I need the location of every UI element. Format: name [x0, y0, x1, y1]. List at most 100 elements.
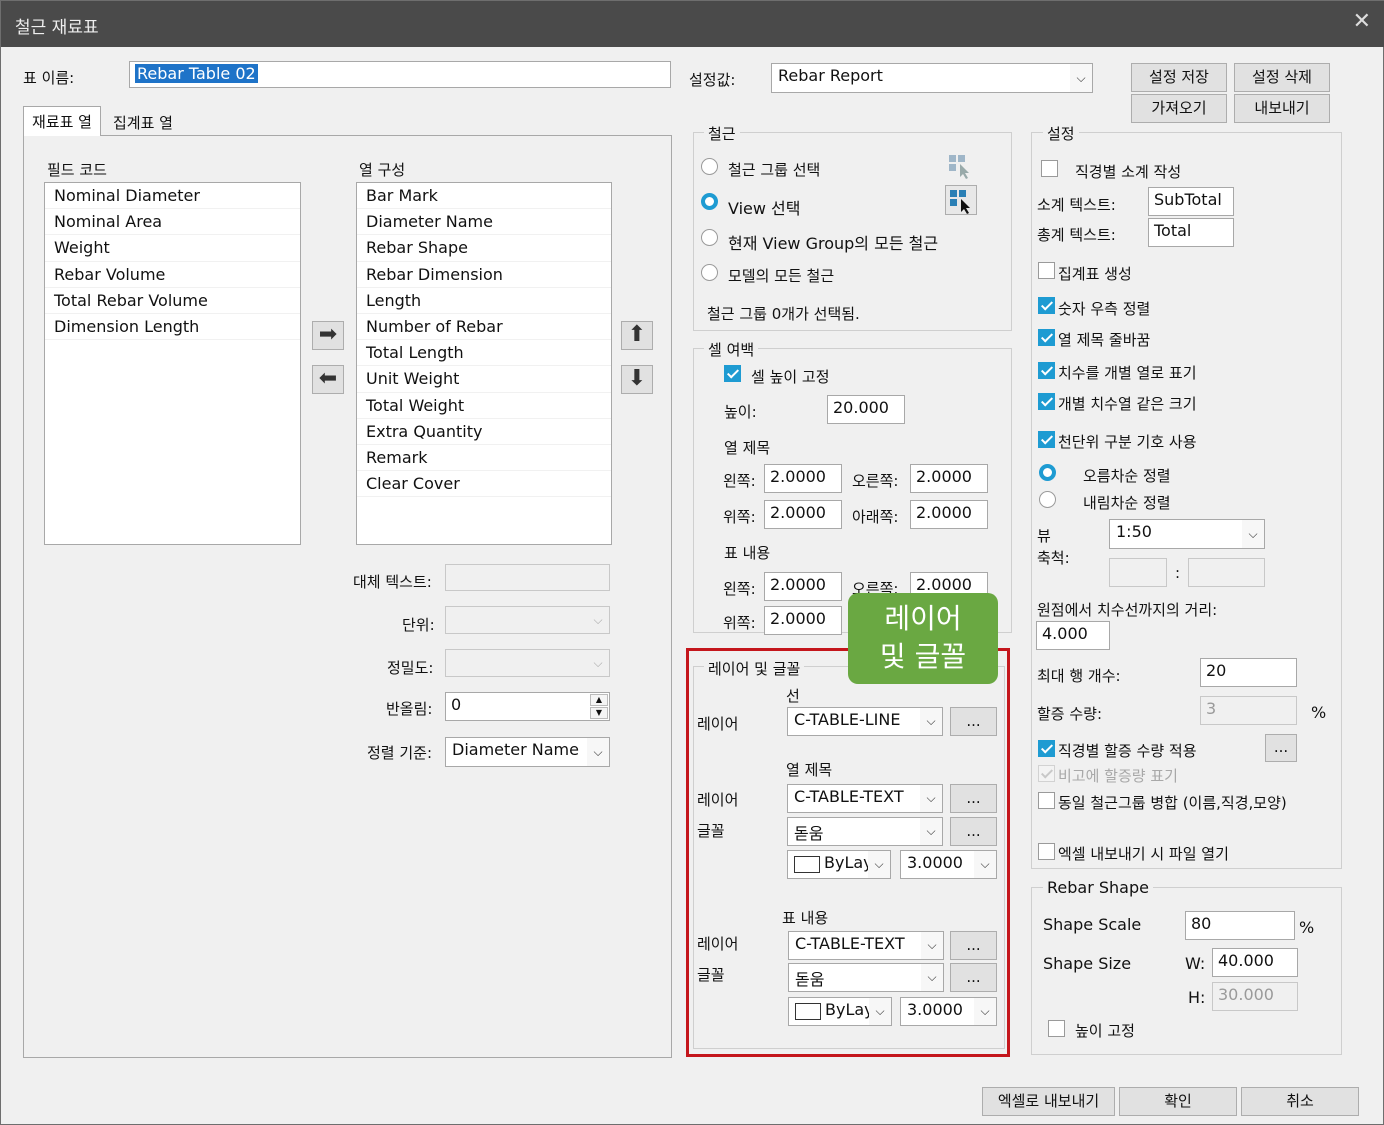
- list-item[interactable]: Rebar Dimension: [357, 262, 611, 288]
- ct-left-input[interactable]: 2.0000: [764, 572, 842, 601]
- column-config-list[interactable]: Bar Mark Diameter Name Rebar Shape Rebar…: [356, 182, 612, 545]
- rounding-input[interactable]: 0 ▲ ▼: [445, 692, 610, 721]
- wrap-titles-checkbox[interactable]: [1038, 329, 1055, 346]
- col-right-input[interactable]: 2.0000: [910, 464, 988, 493]
- list-item[interactable]: Total Length: [357, 340, 611, 367]
- total-text-input[interactable]: Total: [1148, 218, 1234, 247]
- radio-group-select[interactable]: [701, 158, 718, 175]
- tab-material-columns[interactable]: 재료표 열: [23, 106, 101, 136]
- max-rows-input[interactable]: 20: [1200, 658, 1297, 687]
- subtotal-text-input[interactable]: SubTotal: [1148, 187, 1234, 216]
- list-item[interactable]: Nominal Diameter: [45, 183, 300, 210]
- export-excel-button[interactable]: 엑셀로 내보내기: [982, 1087, 1115, 1116]
- fix-height-label: 셀 높이 고정: [751, 368, 830, 386]
- list-item[interactable]: Bar Mark: [357, 183, 611, 210]
- open-excel-checkbox[interactable]: [1038, 843, 1055, 860]
- pick-group-icon[interactable]: [945, 151, 975, 179]
- radio-view-select[interactable]: [701, 193, 718, 210]
- list-item[interactable]: Diameter Name: [357, 209, 611, 236]
- create-summary-checkbox[interactable]: [1038, 262, 1055, 279]
- callout-line2: 및 글꼴: [879, 640, 967, 673]
- col-left-input[interactable]: 2.0000: [764, 464, 842, 493]
- radio-model[interactable]: [701, 264, 718, 281]
- col-bottom-input[interactable]: 2.0000: [910, 500, 988, 529]
- list-item[interactable]: Unit Weight: [357, 366, 611, 393]
- fix-height-checkbox[interactable]: [724, 365, 741, 382]
- list-item[interactable]: Rebar Shape: [357, 235, 611, 262]
- col-top-input[interactable]: 2.0000: [764, 500, 842, 529]
- shape-h-input[interactable]: 30.000: [1212, 982, 1298, 1011]
- list-item[interactable]: Extra Quantity: [357, 419, 611, 445]
- arrow-up-icon: ⬆: [627, 322, 647, 347]
- shape-w-input[interactable]: 40.000: [1212, 948, 1298, 977]
- close-icon[interactable]: ✕: [1353, 9, 1371, 34]
- tab-summary-columns[interactable]: 집계표 열: [105, 108, 181, 138]
- alt-text-input[interactable]: [445, 564, 610, 591]
- note-extra-checkbox[interactable]: [1038, 765, 1055, 782]
- unit-label: 단위:: [402, 616, 435, 634]
- list-item[interactable]: Length: [357, 288, 611, 314]
- save-settings-button[interactable]: 설정 저장: [1131, 63, 1227, 92]
- list-item[interactable]: Total Weight: [357, 393, 611, 419]
- dist-label: 원점에서 치수선까지의 거리:: [1037, 601, 1218, 619]
- merge-same-checkbox[interactable]: [1038, 792, 1055, 809]
- apply-extra-label: 직경별 할증 수량 적용: [1058, 742, 1197, 760]
- import-button[interactable]: 가져오기: [1131, 94, 1227, 123]
- apply-extra-checkbox[interactable]: [1038, 740, 1055, 757]
- list-item[interactable]: Total Rebar Volume: [45, 288, 300, 314]
- list-item[interactable]: Nominal Area: [45, 209, 300, 236]
- thousand-sep-checkbox[interactable]: [1038, 431, 1055, 448]
- desc-label: 내림차순 정렬: [1083, 494, 1171, 512]
- view-scale-select[interactable]: 1:50 ⌵: [1109, 519, 1265, 549]
- dist-input[interactable]: 4.000: [1036, 621, 1110, 650]
- remove-column-button[interactable]: ⬅: [312, 365, 344, 394]
- table-name-input[interactable]: Rebar Table 02: [129, 61, 671, 88]
- chevron-down-icon: ⌵: [587, 738, 609, 766]
- shape-fix-height-label: 높이 고정: [1075, 1022, 1135, 1040]
- cancel-button[interactable]: 취소: [1241, 1087, 1359, 1116]
- dims-separate-checkbox[interactable]: [1038, 362, 1055, 379]
- same-width-checkbox[interactable]: [1038, 393, 1055, 410]
- chevron-down-icon: ⌵: [587, 650, 609, 676]
- spinner-up-icon[interactable]: ▲: [590, 694, 608, 706]
- ct-top-input[interactable]: 2.0000: [764, 606, 842, 635]
- align-right-checkbox[interactable]: [1038, 297, 1055, 314]
- height-input[interactable]: 20.000: [827, 395, 905, 424]
- shape-scale-input[interactable]: 80: [1185, 911, 1295, 940]
- list-item[interactable]: Dimension Length: [45, 314, 300, 341]
- pick-view-icon[interactable]: [945, 185, 977, 215]
- move-up-button[interactable]: ⬆: [621, 321, 653, 350]
- preset-select[interactable]: Rebar Report ⌵: [771, 63, 1093, 93]
- field-code-label: 필드 코드: [47, 161, 107, 179]
- move-down-button[interactable]: ⬇: [621, 365, 653, 394]
- ratio-right-input[interactable]: [1188, 558, 1265, 587]
- list-item[interactable]: Weight: [45, 235, 300, 262]
- radio-view-group[interactable]: [701, 229, 718, 246]
- precision-select[interactable]: ⌵: [445, 649, 610, 677]
- sort-select[interactable]: Diameter Name ⌵: [445, 737, 610, 767]
- radio-asc[interactable]: [1039, 464, 1056, 481]
- ok-button[interactable]: 확인: [1119, 1087, 1237, 1116]
- shape-fix-height-checkbox[interactable]: [1048, 1020, 1065, 1037]
- subtotal-text-label: 소계 텍스트:: [1037, 196, 1116, 214]
- unit-select[interactable]: ⌵: [445, 606, 610, 634]
- view-scale-label-2: 축척:: [1037, 549, 1070, 567]
- list-item[interactable]: Remark: [357, 445, 611, 472]
- field-code-list[interactable]: Nominal Diameter Nominal Area Weight Reb…: [44, 182, 301, 545]
- rounding-label: 반올림:: [386, 700, 433, 718]
- ratio-left-input[interactable]: [1109, 558, 1167, 587]
- delete-settings-button[interactable]: 설정 삭제: [1234, 63, 1330, 92]
- callout-badge: 레이어 및 글꼴: [848, 593, 998, 684]
- subtotal-checkbox[interactable]: [1041, 160, 1058, 177]
- rounding-value: 0: [451, 695, 462, 714]
- add-column-button[interactable]: ➡: [312, 321, 344, 350]
- spinner-down-icon[interactable]: ▼: [590, 707, 608, 719]
- rebar-group-title: 철근: [704, 123, 740, 144]
- list-item[interactable]: Clear Cover: [357, 471, 611, 498]
- radio-desc[interactable]: [1039, 491, 1056, 508]
- list-item[interactable]: Rebar Volume: [45, 262, 300, 288]
- list-item[interactable]: Number of Rebar: [357, 314, 611, 341]
- apply-extra-more-button[interactable]: ...: [1265, 734, 1297, 762]
- extra-input[interactable]: 3: [1200, 696, 1297, 725]
- export-button[interactable]: 내보내기: [1234, 94, 1330, 123]
